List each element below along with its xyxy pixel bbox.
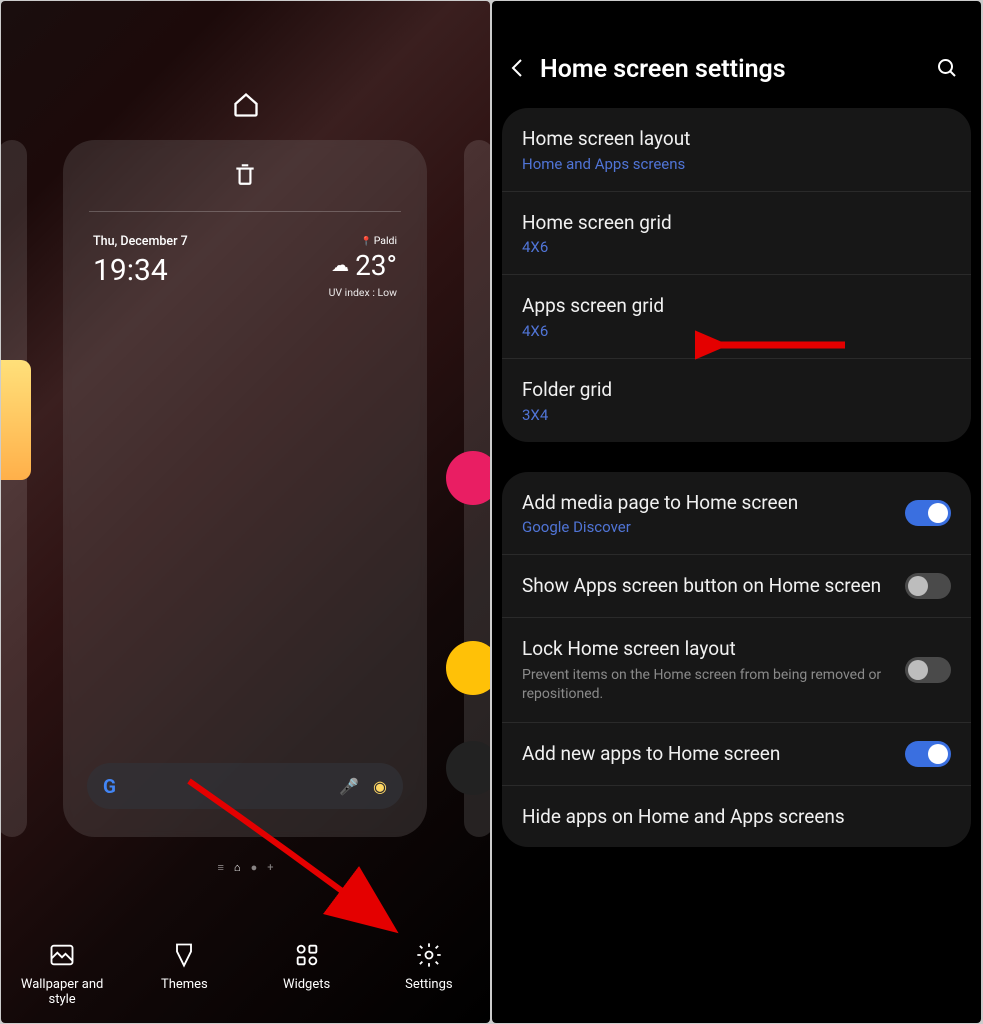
tab-wallpaper[interactable]: Wallpaper and style	[7, 941, 117, 1007]
lens-icon[interactable]: ◉	[373, 777, 387, 796]
temperature-label: ☁ 23°	[329, 249, 397, 282]
page-title: Home screen settings	[540, 55, 925, 84]
dot-icon: ●	[251, 861, 258, 874]
tab-widgets[interactable]: Widgets	[252, 941, 362, 1007]
date-label: Thu, December 7	[93, 234, 188, 249]
search-button[interactable]	[935, 56, 959, 84]
preview-prev-page[interactable]	[1, 140, 27, 837]
row-title: Hide apps on Home and Apps screens	[522, 804, 951, 830]
time-label: 19:34	[93, 253, 188, 288]
row-title: Add new apps to Home screen	[522, 741, 889, 767]
wallpaper-icon	[48, 941, 76, 969]
row-subtitle: 3X4	[522, 406, 951, 424]
row-title: Home screen layout	[522, 126, 951, 152]
uv-label: UV index : Low	[329, 286, 397, 299]
toggle-add-new-apps[interactable]	[905, 741, 951, 767]
row-apps-screen-grid[interactable]: Apps screen grid 4X6	[502, 275, 971, 359]
back-button[interactable]	[506, 56, 530, 84]
row-lock-home-layout[interactable]: Lock Home screen layout Prevent items on…	[502, 618, 971, 722]
panel-lines-icon: ≡	[218, 861, 224, 874]
toggle-add-media-page[interactable]	[905, 500, 951, 526]
tab-label: Themes	[161, 977, 208, 992]
row-subtitle: 4X6	[522, 238, 951, 256]
mic-icon[interactable]: 🎤	[339, 777, 359, 796]
folder-icon	[446, 741, 490, 795]
row-subtitle: Google Discover	[522, 518, 889, 536]
trash-icon[interactable]	[232, 159, 258, 193]
row-title: Apps screen grid	[522, 293, 951, 319]
folder-icon	[446, 641, 490, 695]
row-title: Lock Home screen layout	[522, 636, 889, 662]
google-search-bar[interactable]: G 🎤 ◉	[87, 763, 403, 809]
row-title: Show Apps screen button on Home screen	[522, 573, 889, 599]
page-indicator: ≡ ⌂ ● +	[218, 861, 274, 874]
home-icon[interactable]	[232, 91, 260, 126]
row-hide-apps[interactable]: Hide apps on Home and Apps screens	[502, 786, 971, 848]
settings-header: Home screen settings	[492, 1, 981, 108]
folder-icon	[446, 451, 490, 505]
screen-home-settings: Home screen settings Home screen layout …	[492, 1, 981, 1023]
row-description: Prevent items on the Home screen from be…	[522, 666, 889, 704]
add-page-icon[interactable]: +	[267, 861, 273, 874]
row-title: Add media page to Home screen	[522, 490, 889, 516]
themes-icon	[170, 941, 198, 969]
row-home-screen-layout[interactable]: Home screen layout Home and Apps screens	[502, 108, 971, 192]
tab-themes[interactable]: Themes	[129, 941, 239, 1007]
home-dot-icon: ⌂	[234, 861, 241, 874]
gear-icon	[415, 941, 443, 969]
home-page-preview[interactable]: Thu, December 7 19:34 Paldi ☁ 23° UV ind…	[63, 140, 427, 837]
row-home-screen-grid[interactable]: Home screen grid 4X6	[502, 192, 971, 276]
screen-home-editor: Thu, December 7 19:34 Paldi ☁ 23° UV ind…	[1, 1, 490, 1023]
toggle-lock-home-layout[interactable]	[905, 657, 951, 683]
google-logo-icon: G	[103, 775, 116, 798]
weather-widget[interactable]: Thu, December 7 19:34 Paldi ☁ 23° UV ind…	[63, 212, 427, 299]
row-show-apps-button[interactable]: Show Apps screen button on Home screen	[502, 555, 971, 618]
row-folder-grid[interactable]: Folder grid 3X4	[502, 359, 971, 442]
editor-bottom-tabs: Wallpaper and style Themes Widgets Setti…	[1, 941, 490, 1007]
partial-widget	[1, 360, 31, 480]
row-subtitle: 4X6	[522, 322, 951, 340]
row-subtitle: Home and Apps screens	[522, 155, 951, 173]
row-title: Home screen grid	[522, 210, 951, 236]
settings-group-layout: Home screen layout Home and Apps screens…	[502, 108, 971, 442]
tab-settings[interactable]: Settings	[374, 941, 484, 1007]
tab-label: Wallpaper and style	[7, 977, 117, 1007]
settings-group-options: Add media page to Home screen Google Dis…	[502, 472, 971, 848]
temperature-value: 23°	[355, 249, 397, 282]
tab-label: Settings	[405, 977, 452, 992]
widgets-icon	[293, 941, 321, 969]
cloud-icon: ☁	[331, 255, 349, 276]
row-add-media-page[interactable]: Add media page to Home screen Google Dis…	[502, 472, 971, 556]
row-title: Folder grid	[522, 377, 951, 403]
toggle-show-apps-button[interactable]	[905, 573, 951, 599]
tab-label: Widgets	[283, 977, 330, 992]
location-label: Paldi	[329, 234, 397, 247]
row-add-new-apps[interactable]: Add new apps to Home screen	[502, 723, 971, 786]
